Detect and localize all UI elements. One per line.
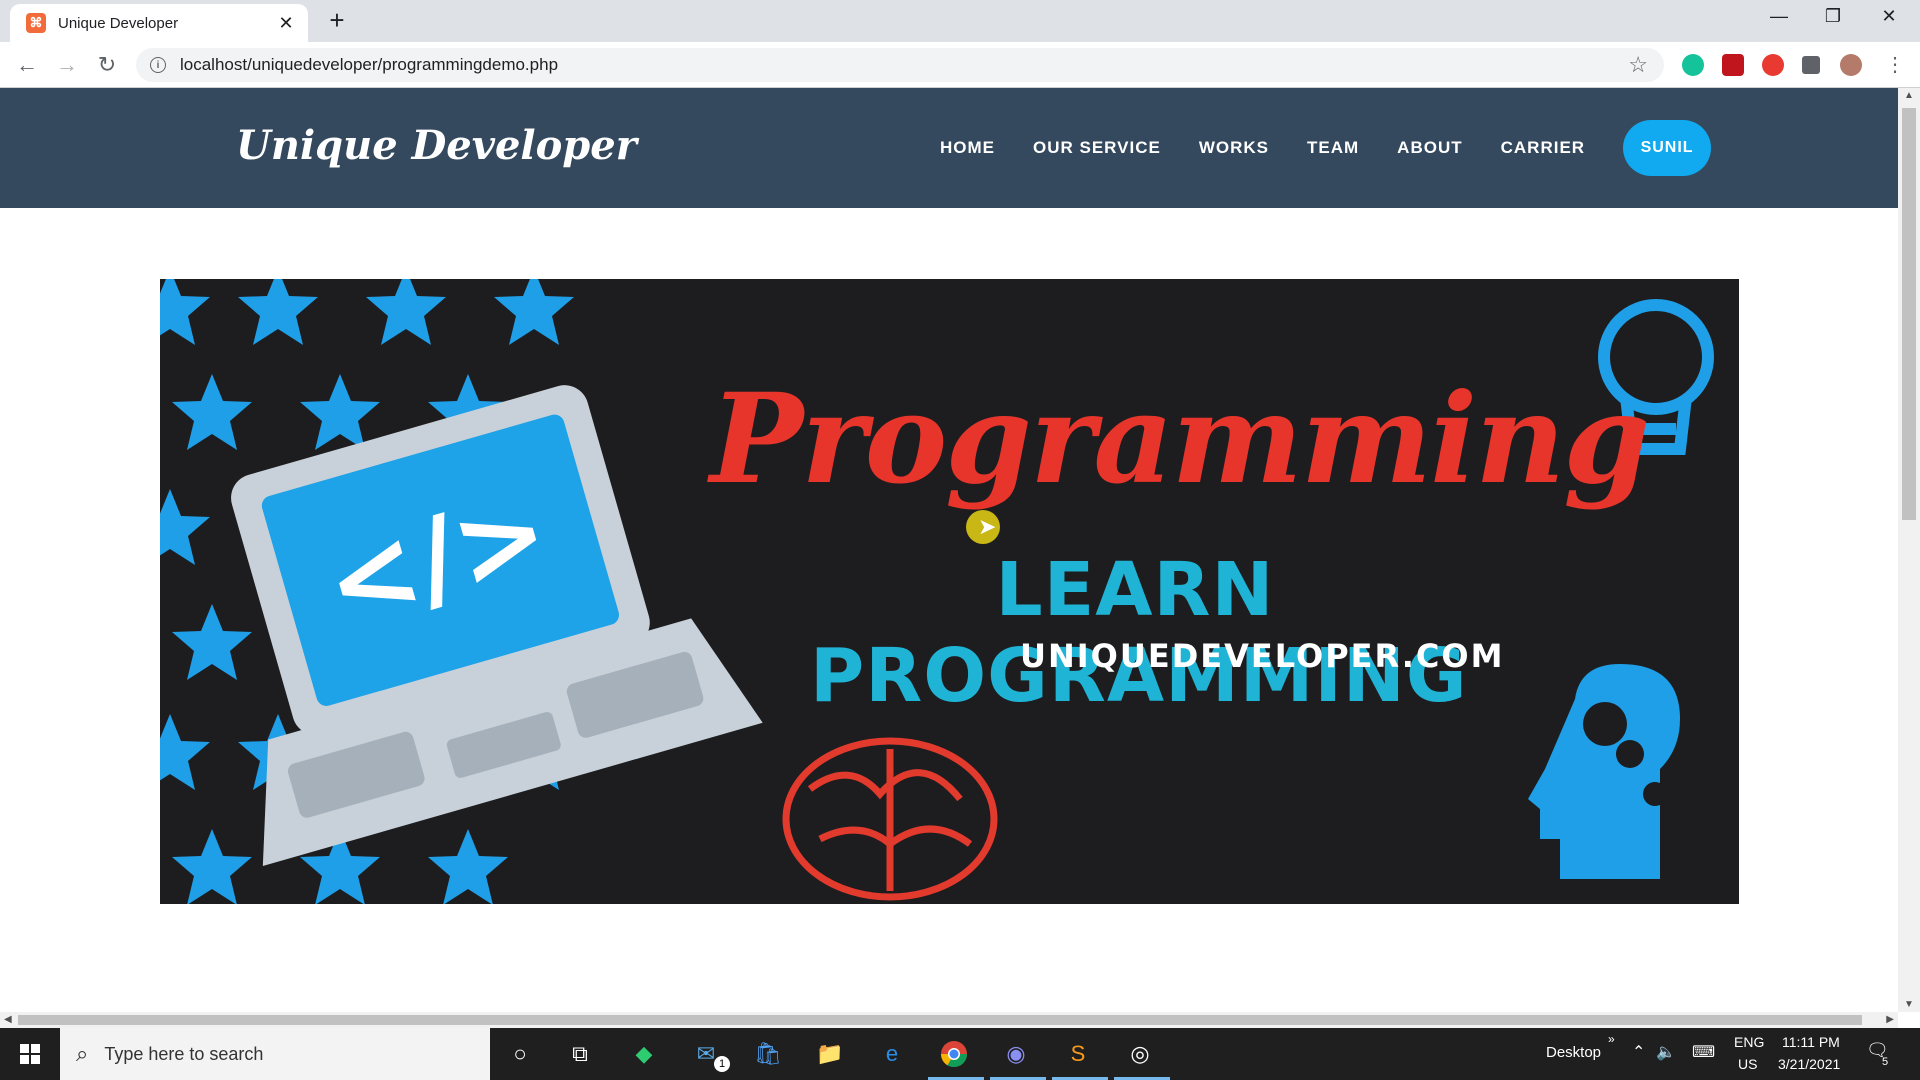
mail-badge: 1 <box>714 1056 730 1072</box>
code-editor-app-icon[interactable]: ◆ <box>628 1038 660 1070</box>
search-icon: ⌕ <box>76 1041 89 1066</box>
shield-extension-icon[interactable] <box>1722 54 1744 76</box>
windows-start-icon[interactable] <box>0 1028 60 1080</box>
site-favicon-icon: ⌘ <box>26 13 46 33</box>
nav-team[interactable]: TEAM <box>1307 138 1359 158</box>
vertical-scrollbar[interactable]: ▲ ▼ <box>1898 88 1920 1012</box>
region-indicator[interactable]: US <box>1738 1056 1757 1072</box>
nav-works[interactable]: WORKS <box>1199 138 1269 158</box>
main-nav: HOME OUR SERVICE WORKS TEAM ABOUT CARRIE… <box>940 88 1712 208</box>
tab-close-icon[interactable]: ✕ <box>276 13 296 34</box>
banner-website: UNIQUEDEVELOPER.COM <box>1020 637 1505 675</box>
windows-taskbar: ⌕ Type here to search ○ ⧉ ◆ ✉ 1 🛍 📁 e ◉ … <box>0 1028 1920 1080</box>
banner-script-title: Programming <box>710 367 1650 512</box>
scroll-right-icon[interactable]: ▶ <box>1886 1014 1894 1025</box>
nav-about[interactable]: ABOUT <box>1397 138 1462 158</box>
scroll-left-icon[interactable]: ◀ <box>4 1014 12 1025</box>
mouse-cursor-icon: ➤ <box>978 514 997 539</box>
taskbar-search-placeholder: Type here to search <box>104 1043 264 1064</box>
user-button[interactable]: SUNIL <box>1623 120 1712 176</box>
programming-banner-image: </> Programming LEARN PROGRAMMING UNIQUE… <box>160 279 1739 904</box>
mail-extension-icon[interactable] <box>1762 54 1784 76</box>
bookmark-star-icon[interactable]: ☆ <box>1628 52 1648 78</box>
minimize-button[interactable]: — <box>1756 6 1802 27</box>
volume-icon[interactable]: 🔈 <box>1656 1042 1676 1062</box>
browser-menu-icon[interactable]: ⋮ <box>1880 52 1910 77</box>
eclipse-app-icon[interactable]: ◉ <box>1000 1038 1032 1070</box>
scroll-up-icon[interactable]: ▲ <box>1904 90 1914 101</box>
back-icon[interactable]: ← <box>12 52 42 78</box>
horizontal-scrollbar[interactable]: ◀ ▶ <box>0 1012 1898 1028</box>
file-explorer-icon[interactable]: 📁 <box>814 1038 846 1070</box>
internet-explorer-icon[interactable]: e <box>876 1038 908 1070</box>
browser-tab-bar: ⌘ Unique Developer ✕ + — ❐ ✕ <box>0 0 1920 42</box>
site-info-icon[interactable]: i <box>150 57 166 73</box>
restore-button[interactable]: ❐ <box>1810 6 1856 27</box>
keyboard-icon[interactable]: ⌨ <box>1692 1042 1715 1062</box>
tab-title: Unique Developer <box>58 14 179 32</box>
browser-toolbar: ← → ↻ i localhost/uniquedeveloper/progra… <box>0 42 1920 88</box>
vertical-scroll-thumb[interactable] <box>1902 108 1916 520</box>
toolbar-expand-icon[interactable]: » <box>1608 1032 1615 1046</box>
store-app-icon[interactable]: 🛍 <box>752 1038 784 1070</box>
task-view-icon[interactable]: ⧉ <box>564 1038 596 1070</box>
site-logo[interactable]: Unique Developer <box>236 122 637 169</box>
profile-avatar[interactable] <box>1840 54 1862 76</box>
tray-chevron-icon[interactable]: ⌃ <box>1632 1042 1645 1062</box>
grammarly-extension-icon[interactable] <box>1682 54 1704 76</box>
banner-headline: LEARN PROGRAMMING <box>810 547 1468 719</box>
forward-icon[interactable]: → <box>52 52 82 78</box>
notification-count: 5 <box>1882 1056 1889 1068</box>
address-bar[interactable]: i localhost/uniquedeveloper/programmingd… <box>136 48 1664 82</box>
url-text[interactable]: localhost/uniquedeveloper/programmingdem… <box>180 55 558 75</box>
reload-icon[interactable]: ↻ <box>92 52 122 78</box>
desktop-toolbar-label[interactable]: Desktop <box>1546 1044 1601 1061</box>
close-window-button[interactable]: ✕ <box>1866 6 1912 27</box>
taskbar-search-box[interactable]: ⌕ Type here to search <box>60 1028 490 1080</box>
nav-home[interactable]: HOME <box>940 138 995 158</box>
site-header: Unique Developer HOME OUR SERVICE WORKS … <box>0 88 1898 208</box>
horizontal-scroll-thumb[interactable] <box>18 1015 1862 1025</box>
obs-app-icon[interactable]: ◎ <box>1124 1038 1156 1070</box>
new-tab-button[interactable]: + <box>320 7 354 34</box>
chrome-app-icon[interactable] <box>938 1038 970 1070</box>
extensions-puzzle-icon[interactable] <box>1802 56 1820 74</box>
scroll-down-icon[interactable]: ▼ <box>1904 999 1914 1010</box>
browser-tab[interactable]: ⌘ Unique Developer ✕ <box>10 4 308 42</box>
nav-carrier[interactable]: CARRIER <box>1501 138 1585 158</box>
language-indicator[interactable]: ENG <box>1734 1034 1764 1050</box>
clock-time[interactable]: 11:11 PM <box>1782 1034 1840 1050</box>
cortana-icon[interactable]: ○ <box>504 1038 536 1070</box>
clock-date[interactable]: 3/21/2021 <box>1778 1056 1840 1072</box>
sublime-text-icon[interactable]: S <box>1062 1038 1094 1070</box>
nav-our-service[interactable]: OUR SERVICE <box>1033 138 1161 158</box>
